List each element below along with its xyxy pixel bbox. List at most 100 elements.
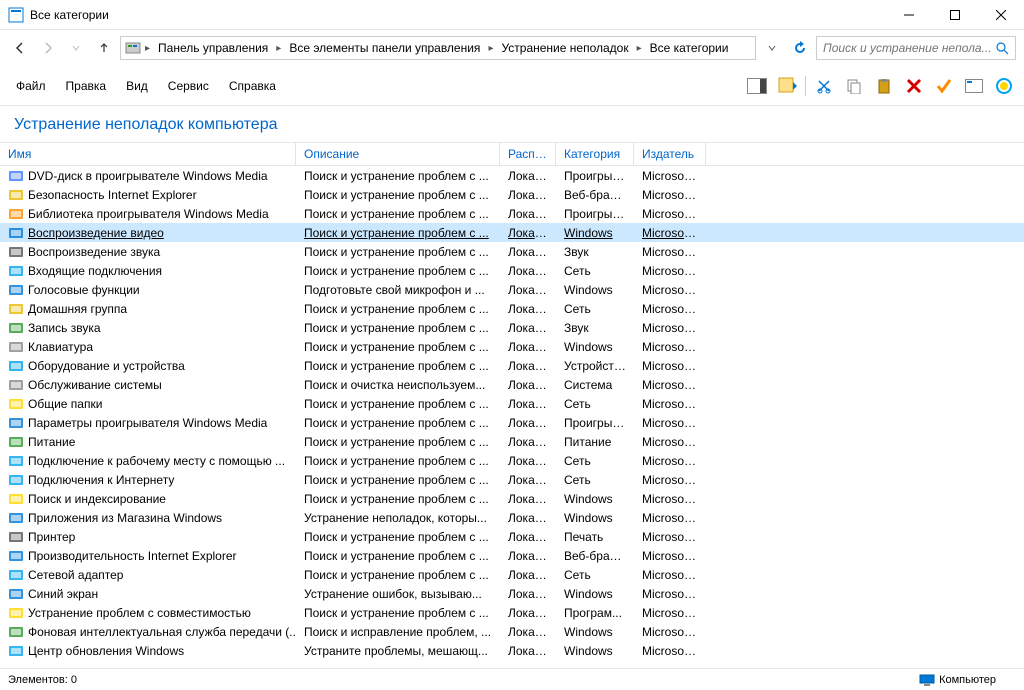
cell-loc: Локал...: [500, 606, 556, 620]
minimize-button[interactable]: [886, 0, 932, 30]
table-row[interactable]: DVD-диск в проигрывателе Windows Media П…: [0, 166, 1024, 185]
status-computer: Компьютер: [919, 674, 1016, 686]
cell-pub: Microsoft ...: [634, 568, 706, 582]
menu-help[interactable]: Справка: [221, 75, 284, 97]
chevron-icon[interactable]: ▸: [143, 43, 152, 54]
table-row[interactable]: Запись звука Поиск и устранение проблем …: [0, 318, 1024, 337]
row-icon: [8, 605, 24, 621]
search-icon[interactable]: [995, 41, 1009, 55]
chevron-icon[interactable]: ▸: [635, 43, 644, 54]
close-button[interactable]: [978, 0, 1024, 30]
cell-loc: Локал...: [500, 264, 556, 278]
menu-file[interactable]: Файл: [8, 75, 54, 97]
cell-cat: Сеть: [556, 473, 634, 487]
help-icon[interactable]: [992, 74, 1016, 98]
app-icon: [8, 7, 24, 23]
cell-desc: Устранение неполадок, которы...: [296, 511, 500, 525]
breadcrumb-seg[interactable]: Устранение неполадок: [497, 41, 632, 55]
table-row[interactable]: Оборудование и устройства Поиск и устран…: [0, 356, 1024, 375]
copy-button[interactable]: [842, 74, 866, 98]
table-row[interactable]: Безопасность Internet Explorer Поиск и у…: [0, 185, 1024, 204]
table-row[interactable]: Входящие подключения Поиск и устранение …: [0, 261, 1024, 280]
row-icon: [8, 415, 24, 431]
maximize-button[interactable]: [932, 0, 978, 30]
cell-name: Фоновая интеллектуальная служба передачи…: [0, 624, 296, 640]
table-row[interactable]: Домашняя группа Поиск и устранение пробл…: [0, 299, 1024, 318]
table-body: DVD-диск в проигрывателе Windows Media П…: [0, 166, 1024, 660]
confirm-button[interactable]: [932, 74, 956, 98]
view-mode-button[interactable]: [775, 74, 799, 98]
cell-cat: Windows: [556, 587, 634, 601]
table-row[interactable]: Библиотека проигрывателя Windows Media П…: [0, 204, 1024, 223]
row-icon: [8, 320, 24, 336]
table-row[interactable]: Приложения из Магазина Windows Устранени…: [0, 508, 1024, 527]
table-row[interactable]: Воспроизведение видео Поиск и устранение…: [0, 223, 1024, 242]
cell-desc: Подготовьте свой микрофон и ...: [296, 283, 500, 297]
chevron-icon[interactable]: ▸: [274, 43, 283, 54]
cell-pub: Microsoft ...: [634, 207, 706, 221]
cell-pub: Microsoft ...: [634, 492, 706, 506]
up-button[interactable]: [92, 36, 116, 60]
table-row[interactable]: Клавиатура Поиск и устранение проблем с …: [0, 337, 1024, 356]
cell-loc: Локал...: [500, 245, 556, 259]
table-row[interactable]: Фоновая интеллектуальная служба передачи…: [0, 622, 1024, 641]
chevron-icon[interactable]: ▸: [486, 43, 495, 54]
table-row[interactable]: Параметры проигрывателя Windows Media По…: [0, 413, 1024, 432]
recent-dropdown[interactable]: [64, 36, 88, 60]
delete-button[interactable]: [902, 74, 926, 98]
breadcrumb-seg[interactable]: Все категории: [646, 41, 733, 55]
cut-button[interactable]: [812, 74, 836, 98]
row-icon: [8, 396, 24, 412]
table-row[interactable]: Принтер Поиск и устранение проблем с ...…: [0, 527, 1024, 546]
table-row[interactable]: Подключения к Интернету Поиск и устранен…: [0, 470, 1024, 489]
cell-cat: Печать: [556, 530, 634, 544]
table-row[interactable]: Центр обновления Windows Устраните пробл…: [0, 641, 1024, 660]
col-loc[interactable]: Распо...: [500, 143, 556, 165]
menu-view[interactable]: Вид: [118, 75, 156, 97]
table-row[interactable]: Общие папки Поиск и устранение проблем с…: [0, 394, 1024, 413]
page-heading: Устранение неполадок компьютера: [0, 106, 1024, 142]
col-name[interactable]: Имя: [0, 143, 296, 165]
cell-name: Воспроизведение видео: [0, 225, 296, 241]
breadcrumb[interactable]: ▸ Панель управления ▸ Все элементы панел…: [120, 36, 756, 60]
menu-service[interactable]: Сервис: [160, 75, 217, 97]
paste-button[interactable]: [872, 74, 896, 98]
table-row[interactable]: Устранение проблем с совместимостью Поис…: [0, 603, 1024, 622]
cell-name: Обслуживание системы: [0, 377, 296, 393]
table-row[interactable]: Сетевой адаптер Поиск и устранение пробл…: [0, 565, 1024, 584]
refresh-button[interactable]: [788, 36, 812, 60]
table-row[interactable]: Обслуживание системы Поиск и очистка неи…: [0, 375, 1024, 394]
computer-icon: [919, 674, 935, 686]
cell-loc: Локал...: [500, 644, 556, 658]
table-row[interactable]: Поиск и индексирование Поиск и устранени…: [0, 489, 1024, 508]
cell-cat: Windows: [556, 226, 634, 240]
table-row[interactable]: Питание Поиск и устранение проблем с ...…: [0, 432, 1024, 451]
table-row[interactable]: Воспроизведение звука Поиск и устранение…: [0, 242, 1024, 261]
forward-button[interactable]: [36, 36, 60, 60]
cell-loc: Локал...: [500, 625, 556, 639]
search-box[interactable]: [816, 36, 1016, 60]
back-button[interactable]: [8, 36, 32, 60]
breadcrumb-dropdown[interactable]: [760, 36, 784, 60]
cell-name: Производительность Internet Explorer: [0, 548, 296, 564]
table-row[interactable]: Синий экран Устранение ошибок, вызываю..…: [0, 584, 1024, 603]
cell-desc: Поиск и устранение проблем с ...: [296, 264, 500, 278]
cell-pub: Microsoft ...: [634, 188, 706, 202]
breadcrumb-seg[interactable]: Все элементы панели управления: [285, 41, 484, 55]
row-icon: [8, 529, 24, 545]
breadcrumb-seg[interactable]: Панель управления: [154, 41, 272, 55]
cell-desc: Поиск и исправление проблем, ...: [296, 625, 500, 639]
cell-loc: Локал...: [500, 283, 556, 297]
cell-loc: Локал...: [500, 321, 556, 335]
col-cat[interactable]: Категория: [556, 143, 634, 165]
properties-button[interactable]: [962, 74, 986, 98]
table-row[interactable]: Голосовые функции Подготовьте свой микро…: [0, 280, 1024, 299]
table-row[interactable]: Подключение к рабочему месту с помощью .…: [0, 451, 1024, 470]
menu-edit[interactable]: Правка: [58, 75, 115, 97]
view-pane-button[interactable]: [745, 74, 769, 98]
cell-desc: Поиск и устранение проблем с ...: [296, 188, 500, 202]
col-pub[interactable]: Издатель: [634, 143, 706, 165]
col-desc[interactable]: Описание: [296, 143, 500, 165]
search-input[interactable]: [823, 41, 995, 55]
table-row[interactable]: Производительность Internet Explorer Пои…: [0, 546, 1024, 565]
